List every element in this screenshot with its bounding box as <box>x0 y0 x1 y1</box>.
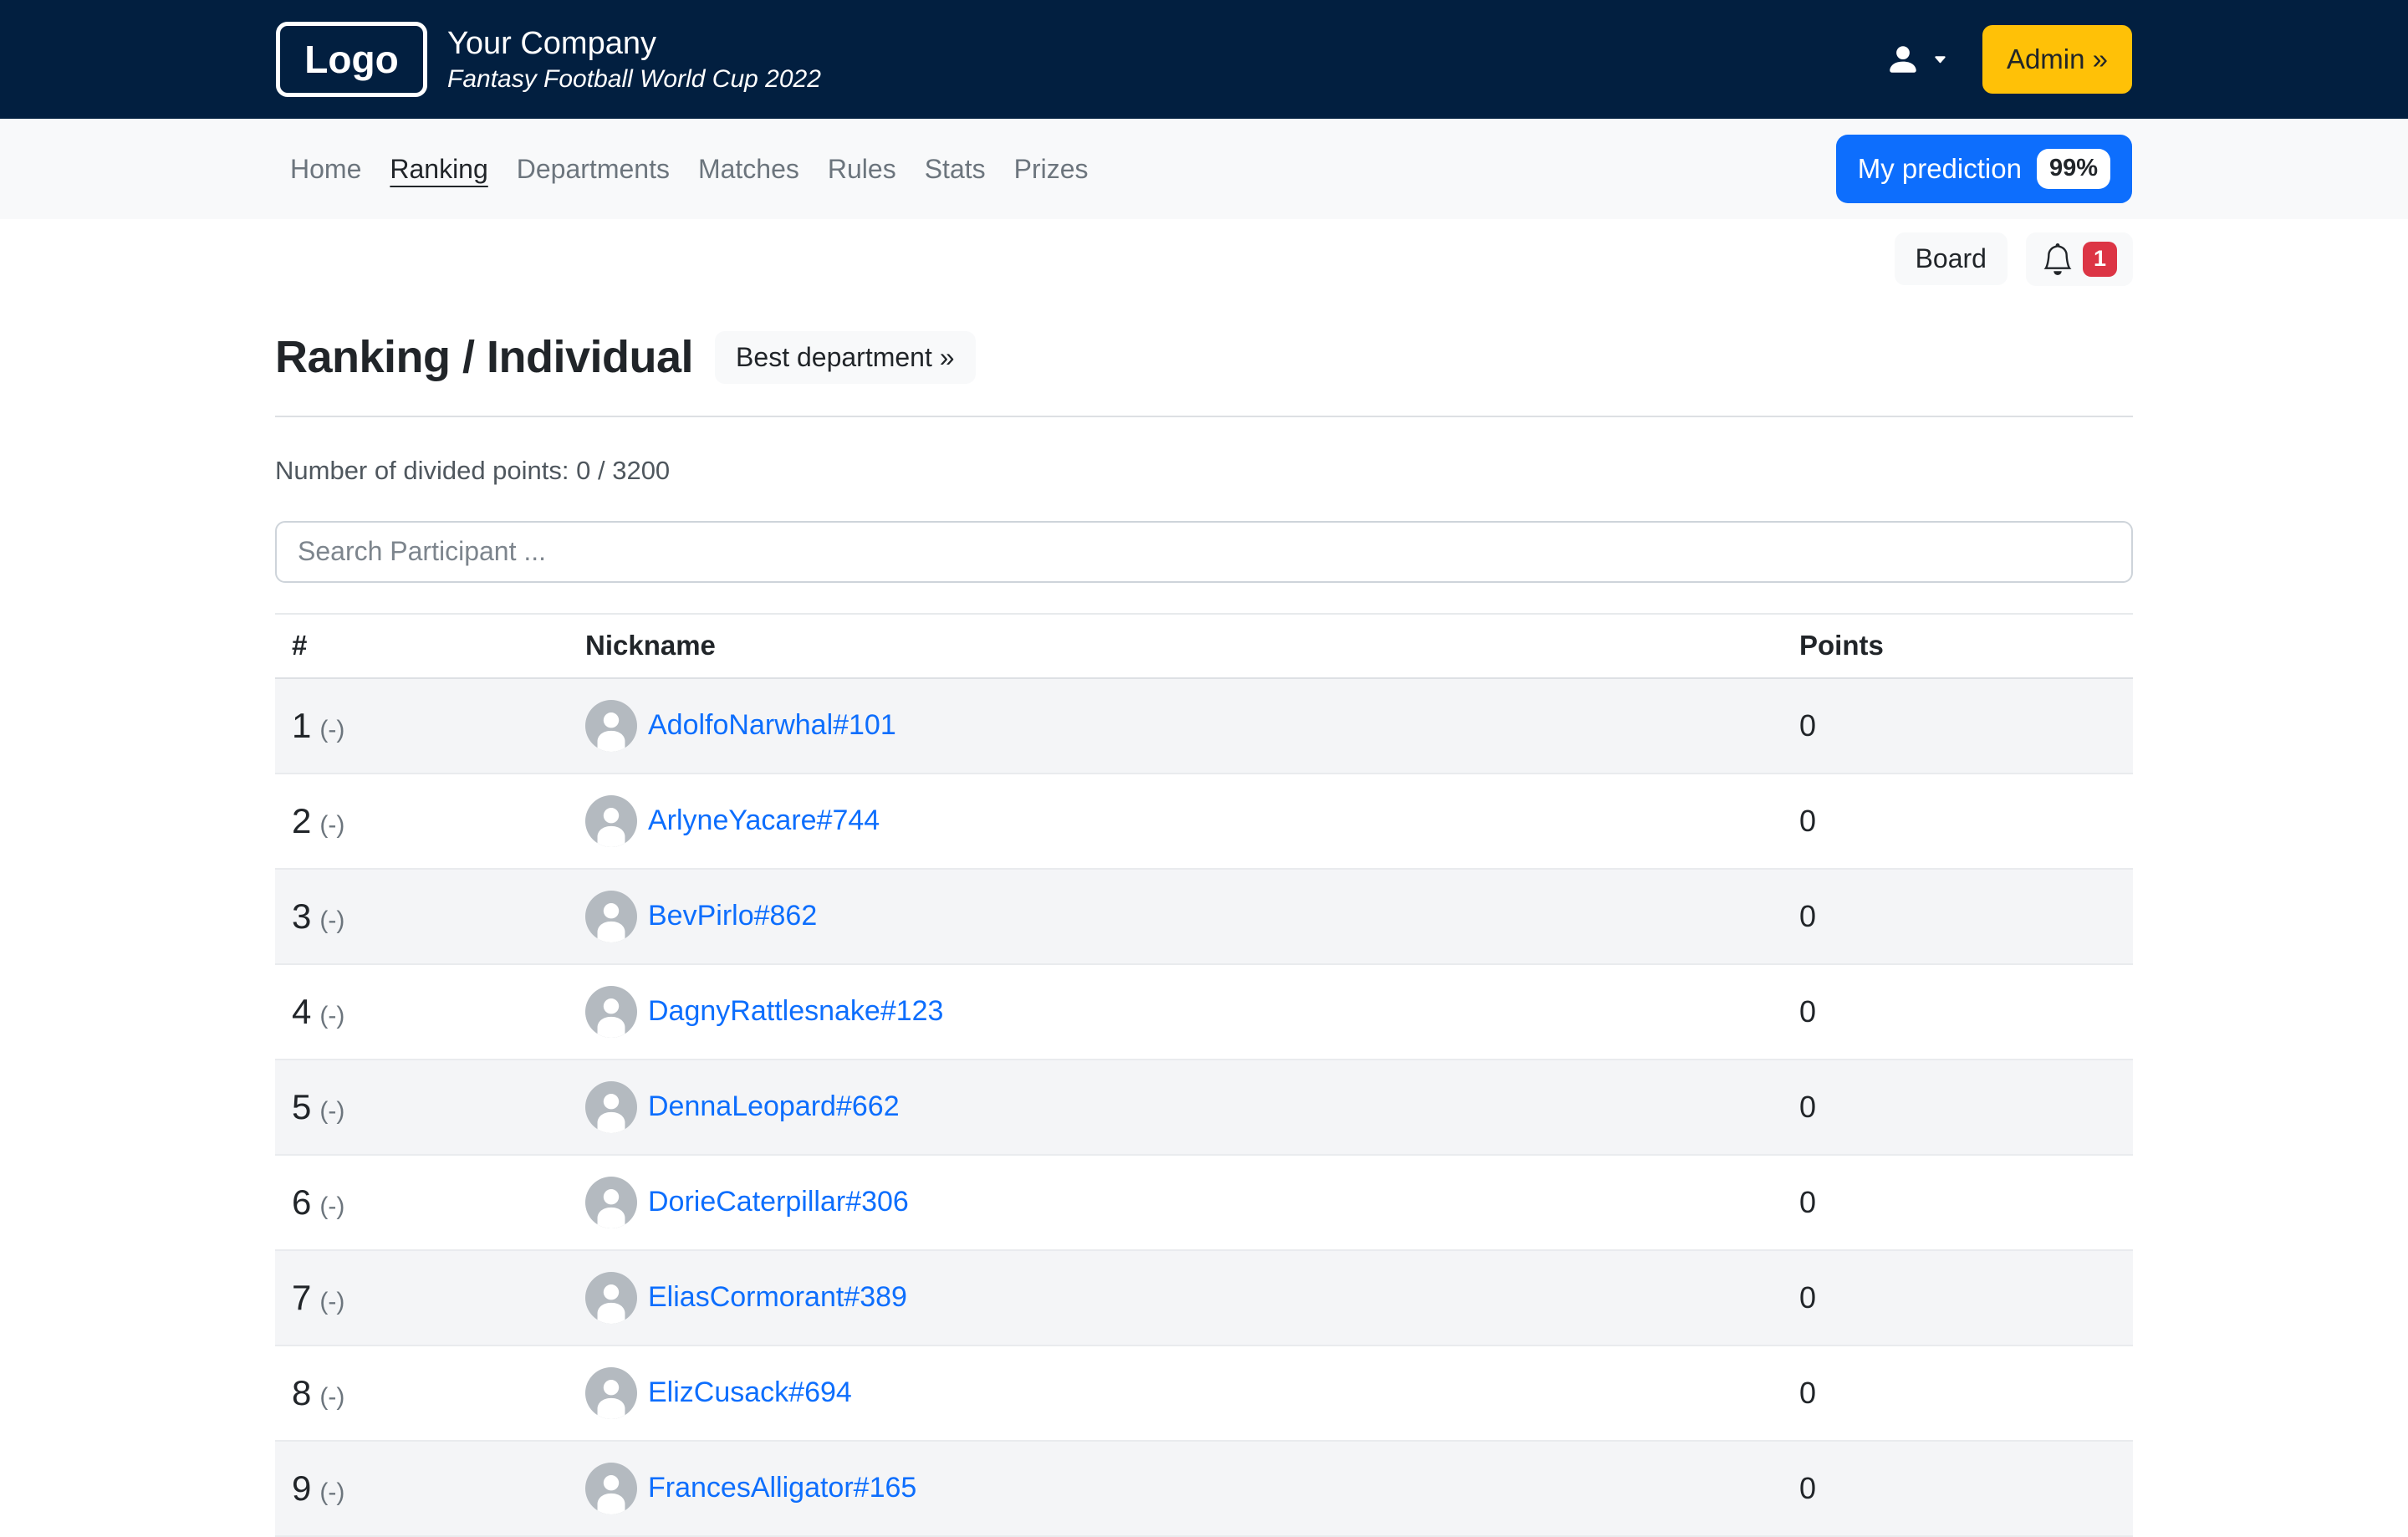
nav-item-home[interactable]: Home <box>276 154 375 185</box>
table-row: 6 (-) DorieCaterpillar#306 0 <box>275 1154 2133 1251</box>
table-row: 8 (-) ElizCusack#694 0 <box>275 1345 2133 1442</box>
company-name: Your Company <box>447 26 656 61</box>
rank-value: 2 <box>292 800 312 840</box>
app-header: Logo Your Company Fantasy Football World… <box>0 0 2408 119</box>
prediction-progress-badge: 99% <box>2036 149 2110 189</box>
table-row: 3 (-) BevPirlo#862 0 <box>275 868 2133 965</box>
search-participant-input[interactable] <box>275 520 2133 583</box>
my-prediction-button[interactable]: My prediction 99% <box>1835 135 2132 203</box>
avatar <box>585 1177 637 1228</box>
chevron-down-icon <box>1933 53 1947 67</box>
points-value: 0 <box>1799 1470 1817 1505</box>
col-header-nickname: Nickname <box>585 612 1799 679</box>
participant-link[interactable]: DennaLeopard#662 <box>648 1090 900 1123</box>
participant-link[interactable]: BevPirlo#862 <box>648 900 817 932</box>
header-actions: Admin » <box>1885 25 2132 94</box>
rank-trend: (-) <box>319 1287 345 1315</box>
user-icon <box>1885 42 1921 77</box>
rank-trend: (-) <box>319 1096 345 1125</box>
nav-item-departments[interactable]: Departments <box>503 154 684 185</box>
event-subtitle: Fantasy Football World Cup 2022 <box>447 65 821 93</box>
avatar <box>585 1463 637 1514</box>
participant-link[interactable]: AdolfoNarwhal#101 <box>648 709 896 742</box>
table-row: 4 (-) DagnyRattlesnake#123 0 <box>275 963 2133 1060</box>
rank-trend: (-) <box>319 715 345 743</box>
admin-button[interactable]: Admin » <box>1982 25 2132 94</box>
rank-value: 8 <box>292 1372 312 1412</box>
points-value: 0 <box>1799 803 1817 838</box>
avatar <box>585 986 637 1038</box>
participant-link[interactable]: DagnyRattlesnake#123 <box>648 995 943 1028</box>
rank-trend: (-) <box>319 1382 345 1411</box>
points-value: 0 <box>1799 993 1817 1029</box>
rank-trend: (-) <box>319 810 345 839</box>
participant-link[interactable]: ArlyneYacare#744 <box>648 804 880 837</box>
rank-value: 1 <box>292 705 312 745</box>
best-department-button[interactable]: Best department » <box>715 330 976 384</box>
main-nav: Home Ranking Departments Matches Rules S… <box>0 119 2408 219</box>
rank-trend: (-) <box>319 906 345 934</box>
table-row: 1 (-) AdolfoNarwhal#101 0 <box>275 677 2133 774</box>
points-value: 0 <box>1799 1089 1817 1124</box>
page-title: Ranking / Individual <box>275 332 694 383</box>
participant-link[interactable]: FrancesAlligator#165 <box>648 1472 916 1504</box>
nav-item-ranking[interactable]: Ranking <box>375 154 502 185</box>
ranking-table: # Nickname Points 1 (-) AdolfoNarwhal#101… <box>275 612 2133 1537</box>
brand[interactable]: Logo Your Company Fantasy Football World… <box>276 22 821 97</box>
board-button[interactable]: Board <box>1894 232 2008 286</box>
nav-item-rules[interactable]: Rules <box>814 154 911 185</box>
points-value: 0 <box>1799 1184 1817 1219</box>
avatar <box>585 891 637 942</box>
avatar <box>585 795 637 847</box>
divided-points-info: Number of divided points: 0 / 3200 <box>275 455 671 485</box>
avatar <box>585 1081 637 1133</box>
notifications-count-badge: 1 <box>2082 242 2117 277</box>
notifications-button[interactable]: 1 <box>2025 232 2133 286</box>
user-menu-dropdown[interactable] <box>1885 42 1947 77</box>
table-row: 7 (-) EliasCormorant#389 0 <box>275 1249 2133 1346</box>
toolbar: Board 1 <box>275 232 2133 286</box>
table-row: 5 (-) DennaLeopard#662 0 <box>275 1059 2133 1156</box>
rank-value: 9 <box>292 1468 312 1508</box>
main-content: Board 1 Ranking / Individual Best depart… <box>0 232 2408 1537</box>
rank-trend: (-) <box>319 1478 345 1506</box>
my-prediction-label: My prediction <box>1857 152 2022 184</box>
rank-trend: (-) <box>319 1192 345 1220</box>
col-header-points: Points <box>1799 612 2133 679</box>
nav-item-matches[interactable]: Matches <box>684 154 814 185</box>
participant-link[interactable]: EliasCormorant#389 <box>648 1281 907 1314</box>
logo[interactable]: Logo <box>276 22 427 97</box>
rank-value: 5 <box>292 1086 312 1126</box>
participant-link[interactable]: DorieCaterpillar#306 <box>648 1186 909 1218</box>
nav-item-prizes[interactable]: Prizes <box>1000 154 1103 185</box>
nav-item-stats[interactable]: Stats <box>911 154 1000 185</box>
rank-value: 7 <box>292 1277 312 1317</box>
table-row: 2 (-) ArlyneYacare#744 0 <box>275 773 2133 870</box>
points-value: 0 <box>1799 707 1817 743</box>
logo-text: Logo <box>304 38 399 81</box>
divider <box>275 415 2133 417</box>
points-value: 0 <box>1799 898 1817 933</box>
rank-trend: (-) <box>319 1001 345 1029</box>
rank-value: 3 <box>292 896 312 936</box>
bell-icon <box>2042 243 2074 275</box>
title-row: Ranking / Individual Best department » <box>275 330 2133 384</box>
avatar <box>585 1272 637 1324</box>
avatar <box>585 700 637 752</box>
points-value: 0 <box>1799 1279 1817 1315</box>
brand-text: Your Company Fantasy Football World Cup … <box>447 24 821 94</box>
table-row: 9 (-) FrancesAlligator#165 0 <box>275 1440 2133 1537</box>
table-header-row: # Nickname Points <box>275 612 2133 679</box>
points-value: 0 <box>1799 1375 1817 1410</box>
avatar <box>585 1367 637 1419</box>
col-header-rank: # <box>275 612 585 679</box>
rank-value: 4 <box>292 991 312 1031</box>
participant-link[interactable]: ElizCusack#694 <box>648 1376 852 1409</box>
rank-value: 6 <box>292 1182 312 1222</box>
